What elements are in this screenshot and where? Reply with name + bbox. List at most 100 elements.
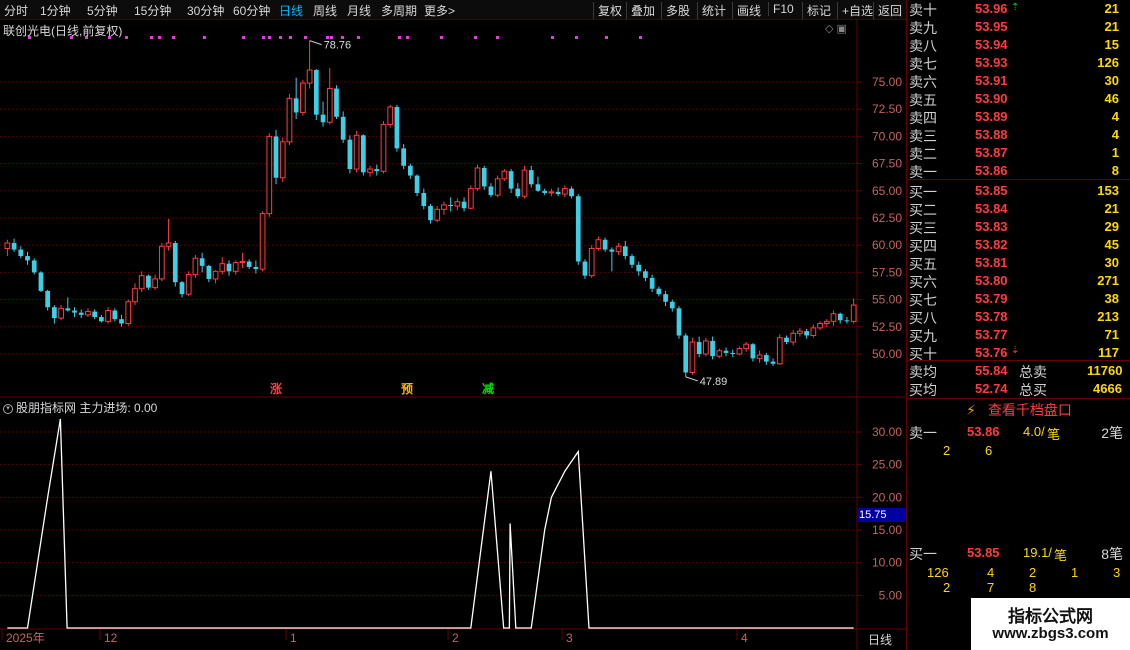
candle-body: [78, 312, 84, 315]
sell1-label: 卖一: [909, 425, 937, 441]
candle-body: [212, 270, 219, 280]
candle-body: [340, 116, 346, 140]
sell-level-row[interactable]: 卖四 53.89 4: [907, 108, 1123, 126]
candle-body: [25, 256, 30, 261]
buy-level-row[interactable]: 买六 53.80 271: [907, 272, 1123, 290]
diamond-icon[interactable]: ◇ ▣: [825, 22, 847, 35]
candle-body: [703, 340, 709, 355]
candle-body: [31, 260, 37, 273]
candle-body: [58, 307, 64, 319]
candle-body: [784, 337, 789, 343]
buy-level-label: 买四: [909, 238, 937, 254]
candle-body: [253, 266, 259, 270]
candle-body: [561, 188, 568, 195]
sell-level-row[interactable]: 卖六 53.91 30: [907, 72, 1123, 90]
window-restore-icon[interactable]: ▣: [837, 23, 847, 35]
collapse-icon[interactable]: ▾: [3, 403, 13, 414]
candle-body: [185, 274, 192, 295]
sell-level-row[interactable]: 卖二 53.87 1: [907, 144, 1123, 162]
candle-body: [636, 264, 642, 272]
buy-level-row[interactable]: 买九 53.77 71: [907, 326, 1123, 344]
buy-level-label: 买一: [909, 184, 937, 200]
sell-level-row[interactable]: 卖三 53.88 4: [907, 126, 1123, 144]
buy-level-row[interactable]: 买五 53.81 30: [907, 254, 1123, 272]
candle-body: [374, 169, 380, 172]
candle-body: [347, 139, 353, 170]
sell-level-row[interactable]: 卖九 53.95 21: [907, 18, 1123, 36]
candle-body: [582, 261, 588, 276]
buy-level-row[interactable]: 买一 53.85 153: [907, 182, 1123, 200]
buy-level-row[interactable]: 买二 53.84 21: [907, 200, 1123, 218]
chart-area[interactable]: 75.00 72.50 70.00 67.50 65.00 62.50 60.00 57.50…: [0, 0, 906, 650]
signal-dot: [639, 36, 642, 39]
buy-average-value: 52.74: [975, 381, 1008, 396]
candle-body: [844, 320, 850, 322]
sell-level-price: 53.87: [975, 145, 1008, 160]
candle-body: [434, 208, 441, 221]
buy-level-row[interactable]: 买八 53.78 213: [907, 308, 1123, 326]
chart-grid: [0, 20, 906, 650]
candle-body: [743, 343, 750, 350]
date-label: 4: [741, 631, 748, 645]
candle-body: [756, 354, 763, 359]
candle-body: [293, 98, 299, 113]
candle-body: [548, 191, 555, 194]
sell-level-label: 卖七: [909, 56, 937, 72]
buy-level-row[interactable]: 买七 53.79 38: [907, 290, 1123, 308]
sell-level-price: 53.86: [975, 163, 1008, 178]
candle-body: [797, 330, 803, 334]
candle-body: [649, 277, 655, 289]
sell-level-row[interactable]: 卖七 53.93 126: [907, 54, 1123, 72]
buy-level-row[interactable]: 买三 53.83 29: [907, 218, 1123, 236]
indicator-value-tag: 15.75: [857, 508, 905, 522]
candle-body: [535, 184, 541, 191]
candle-body: [817, 323, 823, 329]
candle-body: [669, 301, 675, 309]
event-marker: 减: [482, 381, 494, 396]
candle-body: [52, 307, 57, 319]
signal-dot: [125, 36, 128, 39]
candle-body: [246, 261, 252, 267]
candle-body: [508, 171, 514, 189]
candle-body: [72, 310, 77, 313]
view-thousand-level-button[interactable]: ⚡ 查看千档盘口: [907, 399, 1130, 421]
candle-body: [730, 352, 736, 354]
signal-dot: [406, 36, 409, 39]
candle-body: [306, 69, 313, 84]
sell-level-label: 卖三: [909, 128, 937, 144]
sell-level-volume: 8: [1111, 163, 1119, 178]
candle-body: [380, 123, 387, 172]
sell-level-volume: 126: [1097, 55, 1119, 70]
candle-body: [138, 275, 145, 290]
down-arrow-icon: ⇣: [1011, 345, 1020, 356]
candle-body: [629, 256, 635, 265]
buy1-queue-item: 2: [1029, 565, 1037, 580]
event-marker: 预: [401, 382, 413, 396]
sell-level-volume: 4: [1111, 109, 1119, 124]
sell-level-row[interactable]: 卖一 53.86 8: [907, 162, 1123, 180]
signal-dot: [268, 36, 271, 39]
signal-dot: [203, 36, 206, 39]
buy-level-row[interactable]: 买四 53.82 45: [907, 236, 1123, 254]
candle-body: [125, 301, 132, 325]
quote-panel: 卖十 53.96 21 卖九 53.95 21 卖八 53.94 15 卖七 53.93 126 卖六 5…: [906, 0, 1130, 398]
signal-dot: [262, 36, 265, 39]
sell-level-volume: 30: [1104, 73, 1119, 88]
candle-body: [467, 188, 474, 209]
sell-level-price: 53.93: [975, 55, 1008, 70]
candle-body: [736, 348, 743, 355]
sell-level-row[interactable]: 卖八 53.94 15: [907, 36, 1123, 54]
sell-level-row[interactable]: 卖五 53.90 46: [907, 90, 1123, 108]
low-pointer: [685, 376, 698, 382]
candle-body: [313, 70, 319, 115]
candle-body: [609, 249, 615, 252]
candle-body: [360, 135, 366, 173]
candle-body: [146, 275, 151, 288]
buy-level-volume: 71: [1104, 327, 1119, 342]
buy-level-label: 买五: [909, 256, 937, 272]
indicator-tick-label: 10.00: [872, 556, 902, 570]
candle-body: [723, 350, 729, 353]
candle-body: [448, 204, 454, 207]
watermark-title: 指标公式网: [1008, 607, 1093, 626]
candle-body: [710, 340, 715, 357]
